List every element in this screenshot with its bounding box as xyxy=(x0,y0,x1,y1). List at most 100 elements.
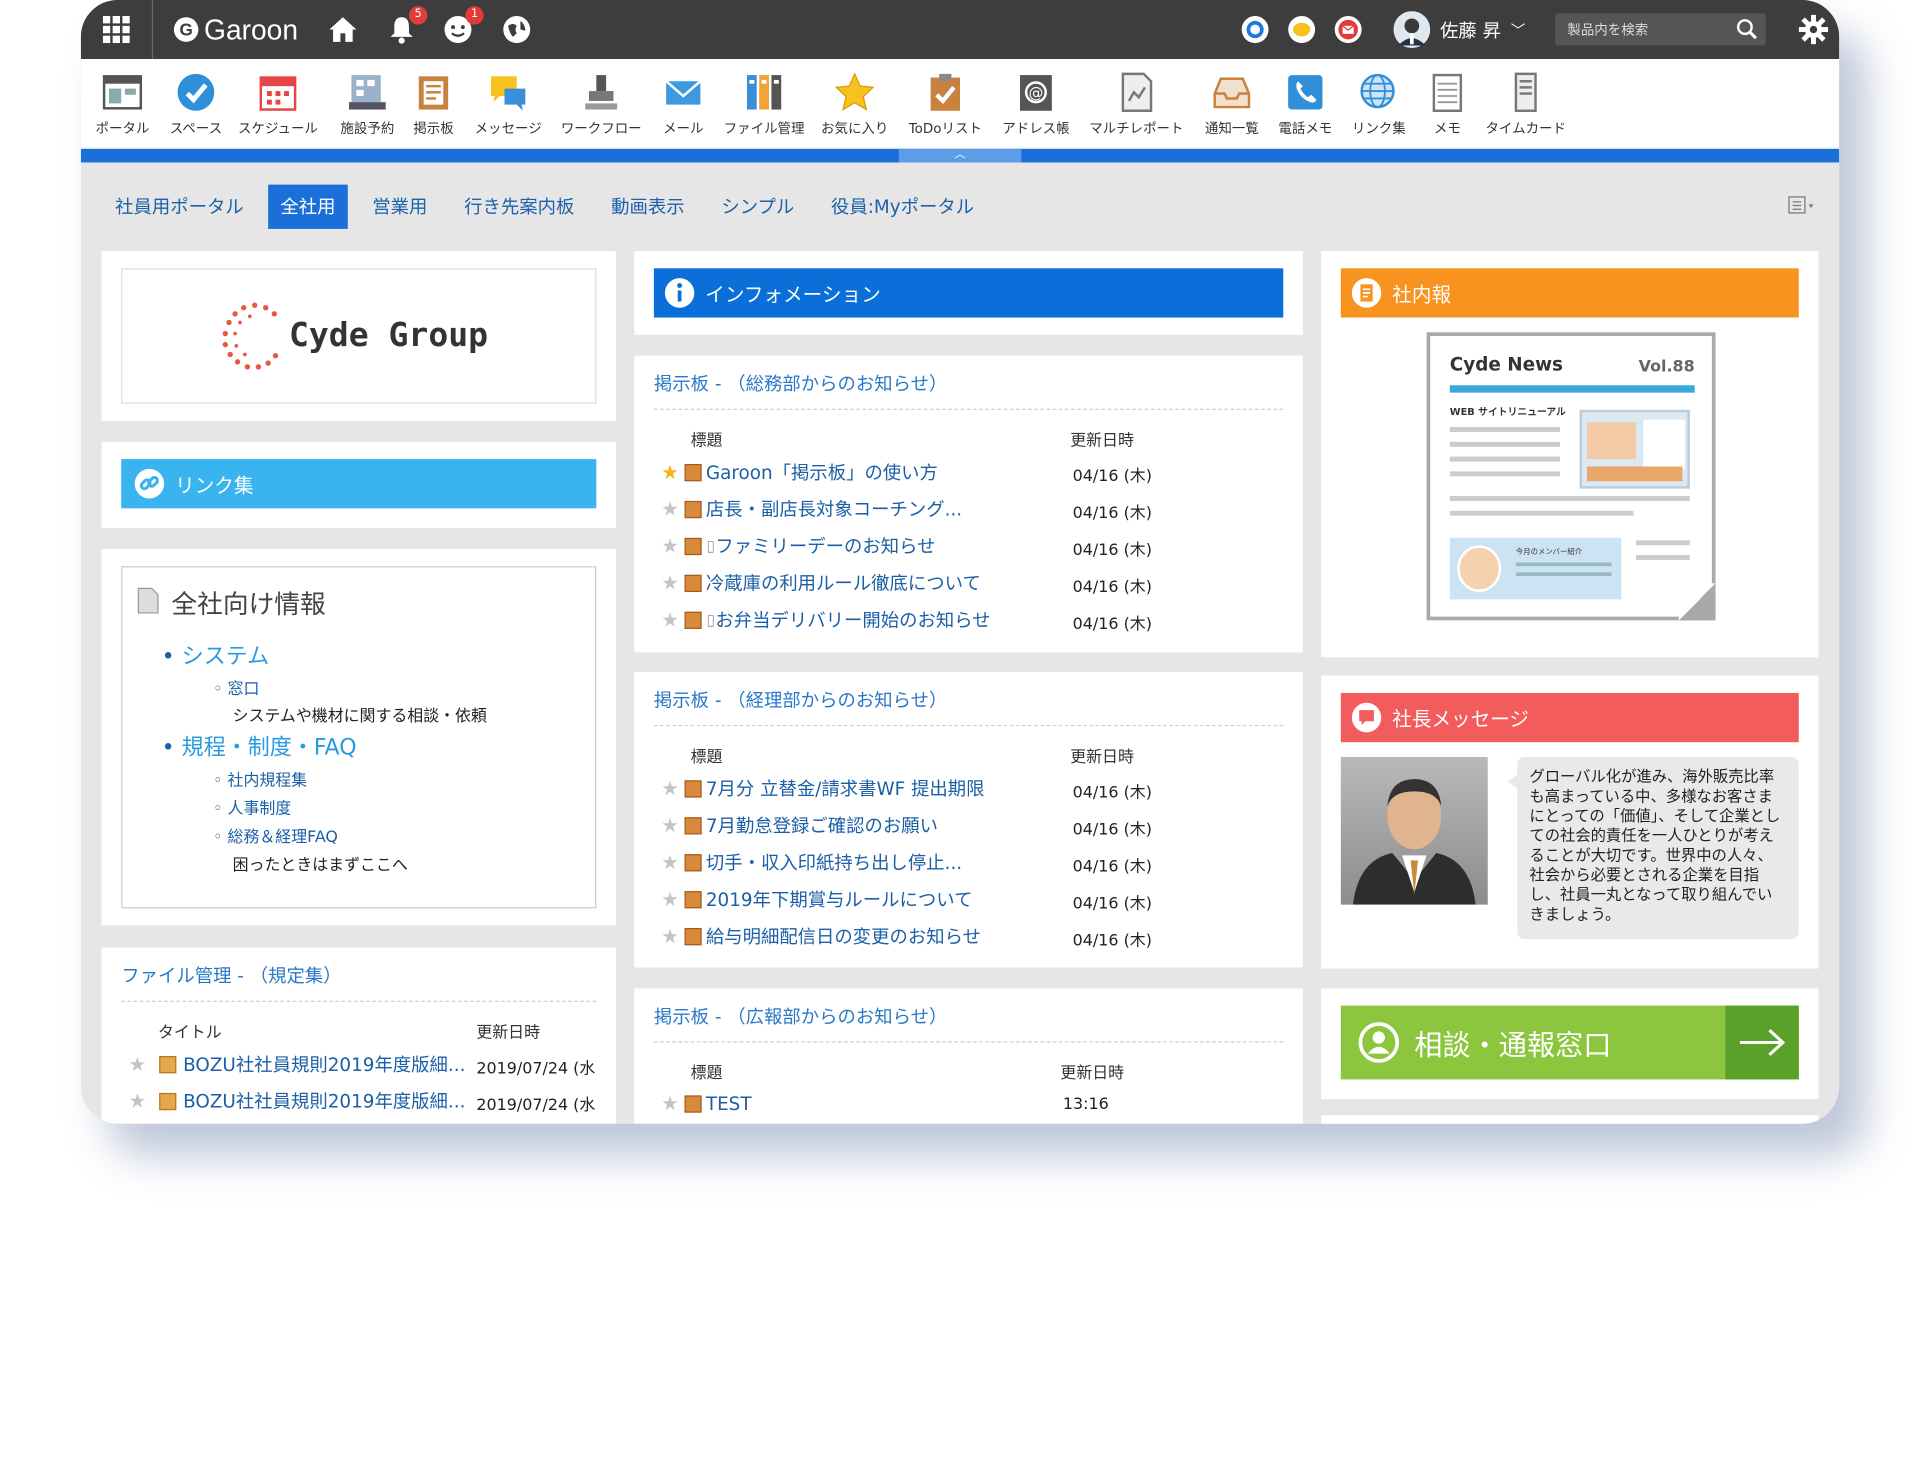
tab-company-wide[interactable]: 全社用 xyxy=(268,184,348,229)
link-desk[interactable]: ◦ 窓口 xyxy=(213,676,259,699)
star-icon[interactable]: ★ xyxy=(661,887,679,910)
globe-chat-icon[interactable] xyxy=(500,0,534,59)
ceo-message-header[interactable]: 社長メッセージ xyxy=(1340,692,1799,743)
face-icon[interactable]: 1 xyxy=(441,0,484,59)
information-header[interactable]: インフォメーション xyxy=(653,268,1284,318)
ring-app-icon[interactable] xyxy=(1239,0,1271,59)
star-icon[interactable]: ★ xyxy=(661,777,679,800)
notification-bell-icon[interactable]: 5 xyxy=(384,0,428,59)
row-title[interactable]: 7月勤怠登録ご確認のお願い xyxy=(706,815,938,837)
user-menu[interactable]: 佐藤 昇 ﹀ xyxy=(1393,0,1530,59)
row-title[interactable]: 7月分 立替金/請求書WF 提出期限 xyxy=(706,778,985,800)
app-phone-memo[interactable]: 電話メモ xyxy=(1273,71,1337,137)
app-schedule[interactable]: スケジュール xyxy=(235,71,321,137)
star-icon[interactable]: ★ xyxy=(661,814,679,837)
table-row[interactable]: ★ ⌷ファミリーデーのお知らせ 04/16 (木) xyxy=(661,533,1285,563)
file-name[interactable]: BOZU社社員規則2019年度版細... xyxy=(183,1054,465,1076)
row-title[interactable]: ファミリーデーのお知らせ xyxy=(715,535,935,557)
home-icon[interactable] xyxy=(326,0,360,59)
search-icon[interactable] xyxy=(1736,18,1758,40)
star-icon[interactable]: ★ xyxy=(661,497,679,520)
file-row[interactable]: ★ BOZU社社員規則2019年度版細... 2019/07/24 (水 xyxy=(129,1051,616,1081)
link-regulations[interactable]: ◦ 社内規程集 xyxy=(213,767,307,790)
table-row[interactable]: ★ Garoon「掲示板」の使い方 04/16 (木) xyxy=(661,459,1285,489)
star-icon[interactable]: ★ xyxy=(661,850,679,873)
row-title[interactable]: TEST xyxy=(706,1093,752,1115)
link-rules[interactable]: • 規程・制度・FAQ xyxy=(162,730,357,762)
consultation-panel: 相談・通報窓口 xyxy=(1321,988,1819,1100)
tab-simple[interactable]: シンプル xyxy=(709,185,806,229)
settings-gear-icon[interactable] xyxy=(1795,0,1832,59)
row-title[interactable]: 給与明細配信日の変更のお知らせ xyxy=(706,926,981,948)
table-row[interactable]: ★ 店長・副店長対象コーチング... 04/16 (木) xyxy=(661,496,1285,526)
row-title[interactable]: 切手・収入印紙持ち出し停止... xyxy=(706,852,962,874)
star-icon[interactable]: ★ xyxy=(661,608,679,631)
bulletin-pr-title[interactable]: 掲示板 - （広報部からのお知らせ） xyxy=(653,1003,1284,1043)
table-row[interactable]: ★ 7月勤怠登録ご確認のお願い 04/16 (木) xyxy=(661,812,1285,842)
app-workflow[interactable]: ワークフロー xyxy=(558,71,644,137)
newsletter-header[interactable]: 社内報 xyxy=(1340,268,1799,318)
bulletin-accounting-title[interactable]: 掲示板 - （経理部からのお知らせ） xyxy=(653,687,1284,727)
app-label: 掲示板 xyxy=(413,120,454,137)
app-memo[interactable]: メモ xyxy=(1420,71,1474,137)
newsletter-image[interactable]: Cyde News Vol.88 WEB サイトリニューアル 今月のメンバー紹介 xyxy=(1426,332,1716,621)
star-icon[interactable]: ★ xyxy=(661,924,679,947)
star-icon[interactable]: ★ xyxy=(661,534,679,557)
table-row[interactable]: ★ 給与明細配信日の変更のお知らせ 04/16 (木) xyxy=(661,923,1285,953)
calendar-icon xyxy=(259,76,297,111)
file-row[interactable]: ★ BOZU社社員規則2019年度版細... 2019/07/24 (水 xyxy=(129,1088,616,1118)
link-hr[interactable]: ◦ 人事制度 xyxy=(213,795,291,818)
tab-menu-icon[interactable] xyxy=(1788,194,1817,216)
row-date: 04/16 (木) xyxy=(1072,615,1152,634)
app-facility[interactable]: 施設予約 xyxy=(333,71,402,137)
app-address-book[interactable]: @ アドレス帳 xyxy=(999,71,1072,137)
app-favorites[interactable]: お気に入り xyxy=(818,71,891,137)
app-portal[interactable]: ポータル xyxy=(93,71,152,137)
table-row[interactable]: ★ 冷蔵庫の利用ルール徹底について 04/16 (木) xyxy=(661,570,1285,600)
bulletin-general-title[interactable]: 掲示板 - （総務部からのお知らせ） xyxy=(653,370,1284,410)
tab-destination-board[interactable]: 行き先案内板 xyxy=(452,185,587,229)
tab-employee-portal[interactable]: 社員用ポータル xyxy=(103,185,256,229)
row-title[interactable]: お弁当デリバリー開始のお知らせ xyxy=(715,609,990,631)
app-notifications[interactable]: 通知一覧 xyxy=(1198,71,1267,137)
app-message[interactable]: メッセージ xyxy=(470,71,546,137)
table-row[interactable]: ★ 切手・収入印紙持ち出し停止... 04/16 (木) xyxy=(661,849,1285,879)
app-bulletin[interactable]: 掲示板 xyxy=(407,71,461,137)
star-icon[interactable]: ★ xyxy=(661,460,679,483)
link-desk-label: 窓口 xyxy=(227,680,260,700)
app-mail[interactable]: メール xyxy=(656,71,710,137)
app-grid-icon[interactable] xyxy=(98,0,135,59)
link-system[interactable]: • システム xyxy=(162,639,270,671)
app-todo[interactable]: ToDoリスト xyxy=(906,71,984,137)
chat-bubble-app-icon[interactable] xyxy=(1286,0,1318,59)
row-title[interactable]: Garoon「掲示板」の使い方 xyxy=(706,462,938,484)
star-icon[interactable]: ★ xyxy=(129,1089,147,1112)
consultation-button[interactable]: 相談・通報窓口 xyxy=(1340,1005,1799,1080)
mail-app-icon[interactable] xyxy=(1332,0,1364,59)
tab-sales[interactable]: 営業用 xyxy=(360,185,440,229)
file-panel-title[interactable]: ファイル管理 - （規定集） xyxy=(121,962,597,1002)
table-row[interactable]: ★ ⌷お弁当デリバリー開始のお知らせ 04/16 (木) xyxy=(661,607,1285,637)
star-icon[interactable]: ★ xyxy=(661,571,679,594)
row-title[interactable]: 店長・副店長対象コーチング... xyxy=(706,498,962,520)
app-space[interactable]: スペース xyxy=(167,71,226,137)
row-title[interactable]: 冷蔵庫の利用ルール徹底について xyxy=(706,572,981,594)
link-faq[interactable]: ◦ 総務＆経理FAQ xyxy=(213,823,338,846)
app-multi-report[interactable]: マルチレポート xyxy=(1087,71,1185,137)
star-icon[interactable]: ★ xyxy=(661,1092,679,1115)
app-link-collection[interactable]: リンク集 xyxy=(1347,71,1411,137)
table-row[interactable]: ★ 2019年下期賞与ルールについて 04/16 (木) xyxy=(661,886,1285,916)
app-file-management[interactable]: ファイル管理 xyxy=(720,71,808,137)
search-box[interactable]: 製品内を検索 xyxy=(1555,13,1766,46)
table-row[interactable]: ★ TEST 13:16 xyxy=(661,1092,1285,1122)
tab-executive-portal[interactable]: 役員:Myポータル xyxy=(819,185,987,229)
link-header[interactable]: リンク集 xyxy=(121,459,597,509)
collapse-handle-icon[interactable]: ︿ xyxy=(898,148,1022,163)
app-timecard[interactable]: タイムカード xyxy=(1482,71,1570,137)
garoon-logo[interactable]: G Garoon xyxy=(164,0,306,59)
tab-video[interactable]: 動画表示 xyxy=(599,185,697,229)
row-title[interactable]: 2019年下期賞与ルールについて xyxy=(706,889,973,911)
star-icon[interactable]: ★ xyxy=(129,1052,147,1075)
table-row[interactable]: ★ 7月分 立替金/請求書WF 提出期限 04/16 (木) xyxy=(661,775,1285,805)
file-name[interactable]: BOZU社社員規則2019年度版細... xyxy=(183,1090,465,1112)
